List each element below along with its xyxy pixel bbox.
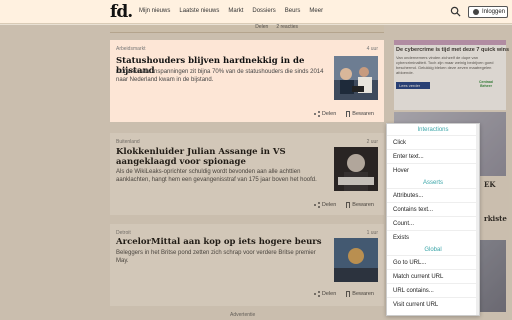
user-icon bbox=[473, 9, 479, 15]
article-card-statushouders[interactable]: Arbeidsmarkt 4 uur Statushouders blijven… bbox=[110, 40, 384, 122]
menu-item-count[interactable]: Count... bbox=[387, 216, 479, 230]
save-button[interactable]: Bewaren bbox=[346, 111, 374, 117]
login-label: Inloggen bbox=[482, 9, 506, 15]
menu-item-attributes[interactable]: Attributes... bbox=[387, 188, 479, 202]
menu-item-url-contains[interactable]: URL contains... bbox=[387, 283, 479, 297]
nav-mijn-nieuws[interactable]: Mijn nieuws bbox=[139, 8, 170, 14]
menu-item-visit-current-url[interactable]: Visit current URL bbox=[387, 297, 479, 311]
nav-markt[interactable]: Markt bbox=[228, 8, 243, 14]
menu-item-match-current-url[interactable]: Match current URL bbox=[387, 269, 479, 283]
menu-item-contains-text[interactable]: Contains text... bbox=[387, 202, 479, 216]
nav-beurs[interactable]: Beurs bbox=[285, 8, 301, 14]
search-icon[interactable] bbox=[450, 6, 461, 17]
share-icon bbox=[313, 111, 320, 117]
bookmark-icon bbox=[346, 111, 351, 117]
menu-item-enter-text[interactable]: Enter text... bbox=[387, 149, 479, 163]
main-nav: Mijn nieuws Laatste nieuws Markt Dossier… bbox=[139, 8, 323, 14]
nav-meer[interactable]: Meer bbox=[309, 8, 323, 14]
menu-section-interactions: Interactions bbox=[417, 126, 449, 133]
menu-section-global: Global bbox=[424, 246, 442, 253]
article-category[interactable]: Arbeidsmarkt bbox=[116, 46, 145, 52]
article-actions: Delen Bewaren bbox=[313, 111, 374, 117]
article-description: Ondanks alle inspanningen zit bijna 70% … bbox=[116, 69, 324, 83]
nav-dossiers[interactable]: Dossiers bbox=[252, 8, 275, 14]
article-thumbnail[interactable] bbox=[334, 56, 378, 100]
menu-item-hover[interactable]: Hover bbox=[387, 163, 479, 177]
menu-scrollbar[interactable] bbox=[476, 124, 479, 315]
fd-logo[interactable]: fd. bbox=[110, 2, 133, 22]
menu-item-go-to-url[interactable]: Go to URL... bbox=[387, 255, 479, 269]
article-time: 4 uur bbox=[366, 46, 378, 52]
menu-item-click[interactable]: Click bbox=[387, 135, 479, 149]
nav-laatste-nieuws[interactable]: Laatste nieuws bbox=[179, 8, 219, 14]
login-button[interactable]: Inloggen bbox=[468, 6, 508, 18]
menu-section-asserts: Asserts bbox=[422, 179, 443, 186]
test-recorder-context-menu: Interactions Click Enter text... Hover A… bbox=[386, 123, 480, 316]
share-button[interactable]: Delen bbox=[313, 111, 336, 117]
menu-item-exists[interactable]: Exists bbox=[387, 230, 479, 244]
top-navigation-bar: fd. Mijn nieuws Laatste nieuws Markt Dos… bbox=[0, 0, 512, 24]
